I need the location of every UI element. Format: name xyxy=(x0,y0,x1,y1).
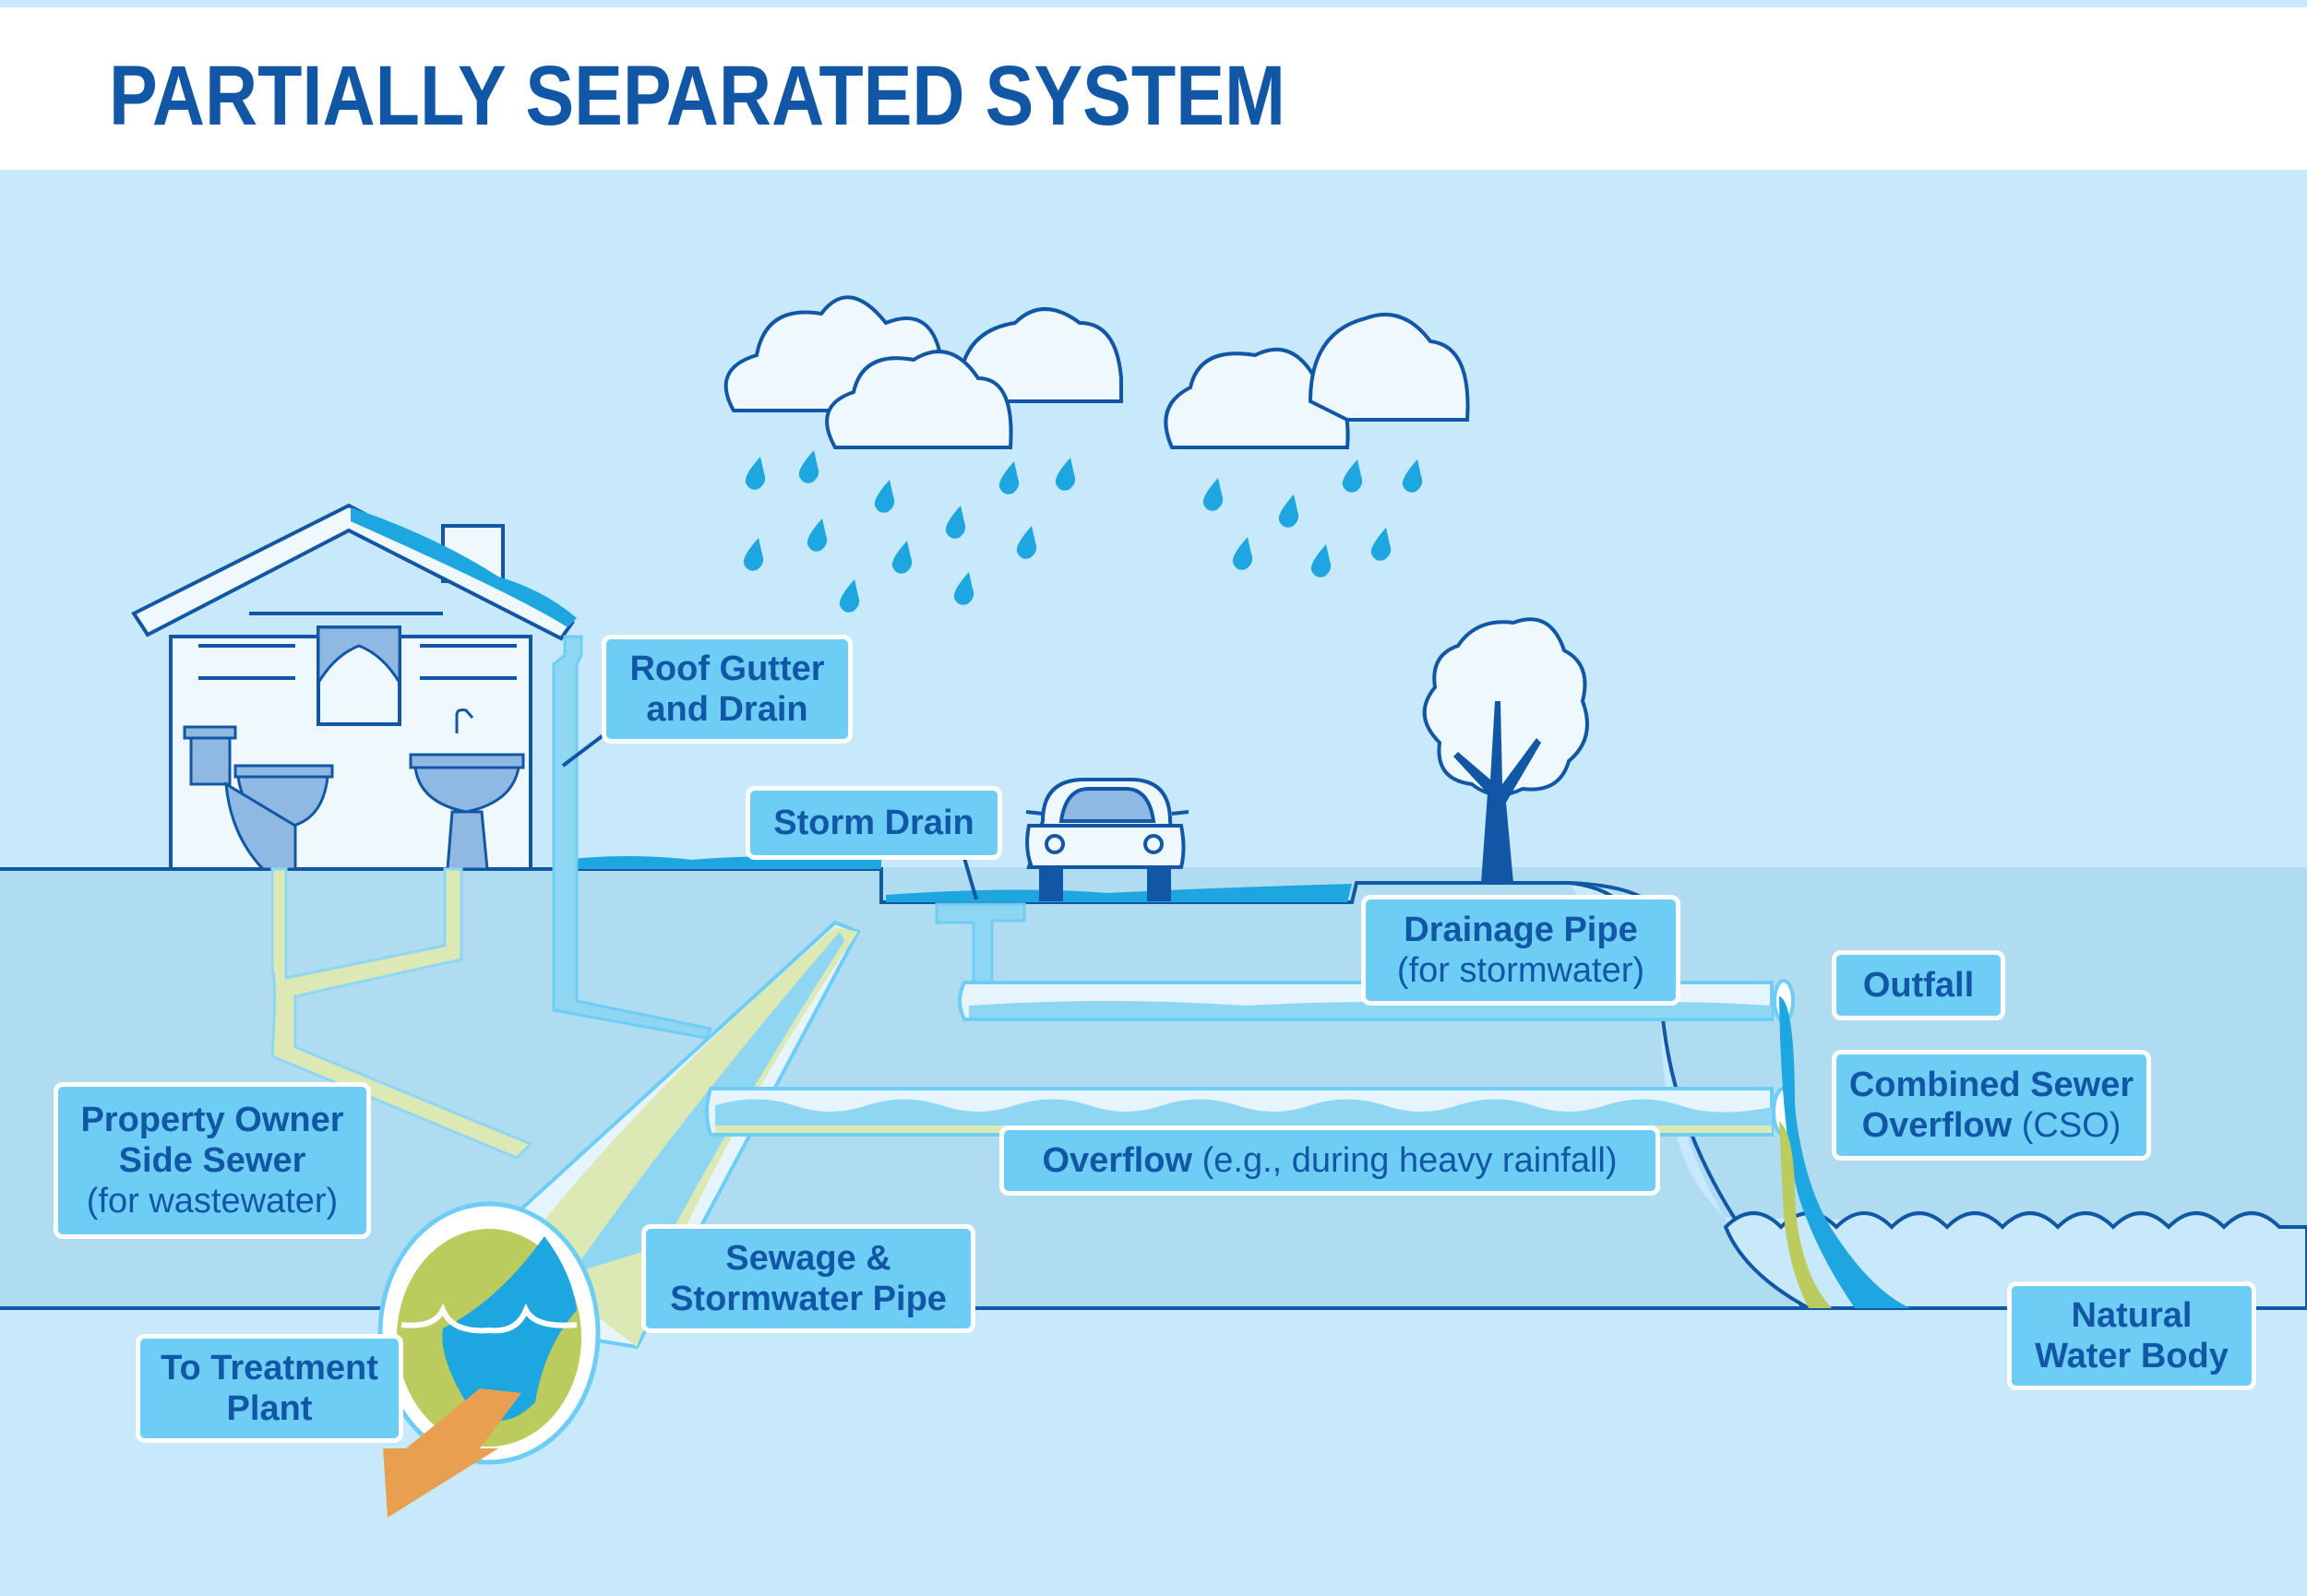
raindrop-icon xyxy=(998,461,1020,494)
raindrop-icon xyxy=(839,579,860,613)
raindrop-icon xyxy=(1202,478,1224,511)
raindrop-icon xyxy=(891,541,913,574)
label-treatment: To Treatment Plant xyxy=(136,1334,403,1443)
label-cso: Combined Sewer Overflow (CSO) xyxy=(1832,1050,2151,1161)
raindrop-icon xyxy=(945,506,966,539)
house-icon xyxy=(131,503,577,871)
cloud-icon xyxy=(723,295,1470,449)
label-property-owner: Property Owner Side Sewer (for wastewate… xyxy=(54,1082,371,1239)
label-overflow: Overflow (e.g., during heavy rainfall) xyxy=(999,1126,1660,1196)
raindrop-icon xyxy=(798,450,819,483)
raindrop-icon xyxy=(743,538,764,571)
raindrop-icon xyxy=(874,480,895,513)
raindrop-icon xyxy=(1055,458,1076,491)
label-drainage-pipe: Drainage Pipe (for stormwater) xyxy=(1361,895,1680,1006)
raindrop-icon xyxy=(1310,544,1332,578)
raindrop-icon xyxy=(1232,537,1253,570)
rain xyxy=(743,450,1423,613)
label-water-body: Natural Water Body xyxy=(2007,1281,2256,1390)
label-sewage-pipe: Sewage & Stormwater Pipe xyxy=(641,1224,975,1333)
label-outfall: Outfall xyxy=(1832,950,2005,1020)
raindrop-icon xyxy=(1342,459,1363,493)
raindrop-icon xyxy=(953,572,974,605)
label-roof-gutter: Roof Gutter and Drain xyxy=(602,635,853,744)
tree-icon xyxy=(1422,617,1589,883)
raindrop-icon xyxy=(745,457,766,490)
label-storm-drain: Storm Drain xyxy=(746,786,1002,860)
raindrop-icon xyxy=(1278,494,1299,528)
raindrop-icon xyxy=(1016,526,1037,559)
raindrop-icon xyxy=(1402,459,1423,493)
raindrop-icon xyxy=(1370,528,1392,561)
diagram: PARTIALLY SEPARATED SYSTEM Roof Gutter a… xyxy=(0,0,2307,1596)
raindrop-icon xyxy=(807,518,828,552)
